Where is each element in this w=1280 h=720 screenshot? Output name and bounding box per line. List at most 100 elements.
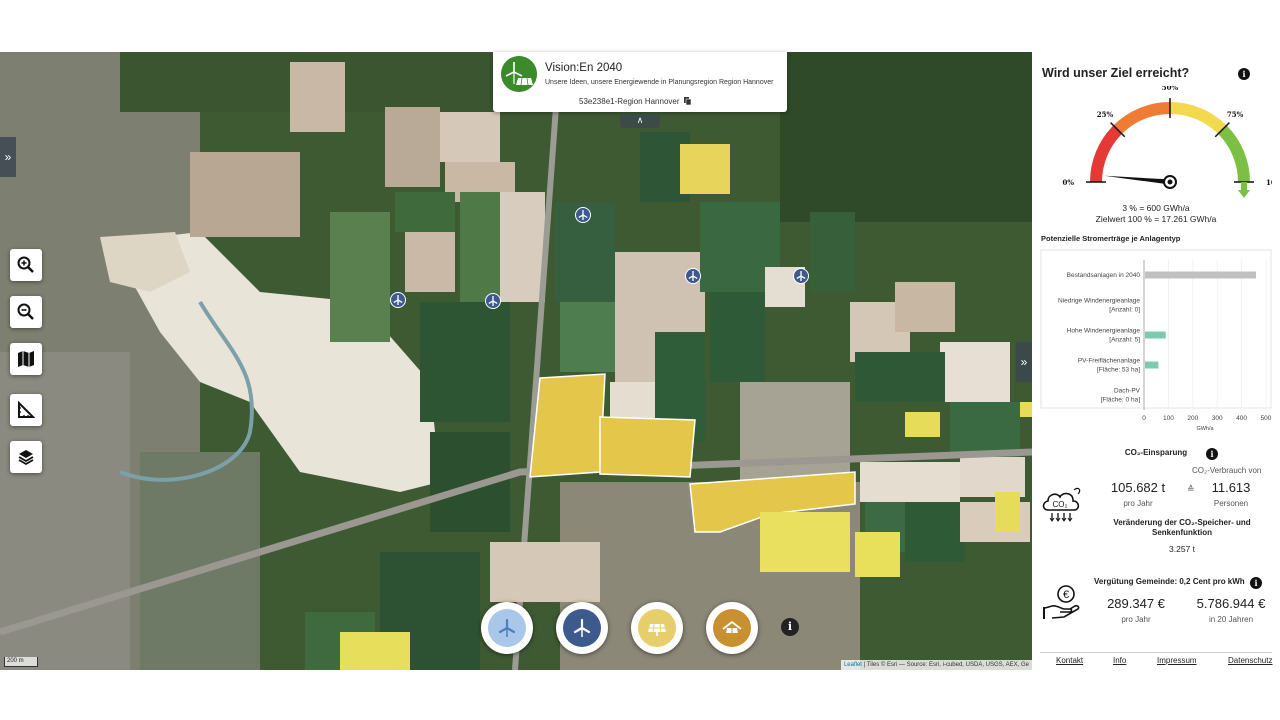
pv-roof-tool[interactable]: [706, 602, 758, 654]
compensation-20y-unit: in 20 Jahren: [1208, 615, 1254, 624]
co2-savings-unit: pro Jahr: [1123, 499, 1153, 508]
euro-hand-icon: €: [1043, 585, 1080, 619]
persons-value: 11.613: [1211, 480, 1251, 495]
svg-text:€: €: [1063, 589, 1069, 601]
gauge-needle: [1104, 175, 1171, 185]
scale-bar: 200 m: [4, 657, 38, 667]
wind-turbine-icon: [573, 618, 591, 637]
solar-panel-icon: [648, 623, 666, 636]
compensation-info-icon[interactable]: i: [1250, 577, 1262, 589]
gauge-tick-label: 100%: [1266, 178, 1272, 187]
x-tick-label: 200: [1187, 415, 1198, 422]
wind-turbine-icon: [796, 271, 806, 281]
wind-turbine-icon: [498, 618, 516, 637]
footer-link-info[interactable]: Info: [1113, 656, 1126, 665]
gauge-hub-center: [1167, 179, 1173, 185]
zoom-out-icon: [17, 303, 34, 320]
category-label: [Fläche: 53 ha]: [1097, 367, 1140, 374]
potential-bar-chart: 0 100 200 300 400 500 Bestandsanlagen in 2040 N…: [1040, 249, 1272, 432]
sidebar: Wird unser Ziel erreicht? i 0% 25% 50% 75% 1…: [1032, 52, 1280, 670]
attribution-text: | Tiles © Esri — Source: Esri, i-cubed, …: [861, 662, 1029, 668]
category-label: [Fläche: 0 ha]: [1101, 397, 1141, 404]
gauge-segment: [1113, 102, 1171, 135]
wind-turbine-icon: [688, 271, 698, 281]
map-attribution: Leaflet | Tiles © Esri — Source: Esri, i…: [840, 660, 1032, 670]
app-title: Vision:En 2040: [545, 62, 623, 74]
footer-link-datenschutz[interactable]: Datenschutz: [1228, 656, 1272, 665]
solar-roof-icon: [722, 620, 742, 633]
zoom-in-button[interactable]: [10, 249, 42, 281]
category-label: PV-Freiflächenanlage: [1078, 358, 1141, 365]
wind-turbine-marker[interactable]: [485, 293, 501, 309]
category-label: Bestandsanlagen in 2040: [1067, 272, 1141, 279]
wind-turbine-icon: [488, 296, 498, 306]
pv-open-space-tool[interactable]: [631, 602, 683, 654]
co2-storage-title: Veränderung der CO₂-Speicher- und Senken…: [1113, 518, 1251, 537]
logo-wind-solar-icon: [501, 56, 537, 92]
ruler-icon: [18, 400, 36, 418]
low-wind-turbine-tool[interactable]: [481, 602, 533, 654]
gauge-tick-label: 50%: [1162, 86, 1179, 92]
copy-icon[interactable]: [683, 97, 691, 105]
leaflet-link[interactable]: Leaflet: [844, 662, 862, 668]
footer-divider: [1040, 652, 1272, 653]
tools-info-button[interactable]: i: [781, 618, 799, 636]
gauge-segment: [1169, 102, 1227, 135]
gauge-tick-label: 0%: [1062, 178, 1074, 187]
compensation-year-unit: pro Jahr: [1121, 615, 1151, 624]
wind-turbine-marker[interactable]: [575, 207, 591, 223]
bar: [1145, 361, 1159, 369]
category-label: Dach-PV: [1114, 388, 1141, 395]
region-id-text: 53e238e1-Region Hannover: [579, 97, 680, 106]
co2-savings-value: 105.682 t: [1110, 480, 1166, 495]
title-card: Vision:En 2040 Unsere Ideen, unsere Ener…: [493, 52, 787, 112]
gauge-segment: [1090, 125, 1123, 183]
zoom-in-icon: [17, 256, 34, 273]
co2-icon-label: CO₂: [1052, 500, 1067, 509]
map-icon: [18, 351, 34, 367]
satellite-map[interactable]: [0, 52, 1032, 670]
layers-icon: [18, 450, 34, 466]
gauge-target-text: Zielwert 100 % = 17.261 GWh/a: [1095, 214, 1217, 224]
wind-turbine-icon: [578, 210, 588, 220]
bar: [1145, 331, 1166, 339]
gauge-end-arrow: [1238, 190, 1250, 198]
measure-button[interactable]: [10, 394, 42, 426]
zoom-out-button[interactable]: [10, 296, 42, 328]
category-label: [Anzahl: 5]: [1109, 337, 1140, 344]
co2-cloud-icon: CO₂: [1042, 487, 1081, 522]
expand-left-panel-button[interactable]: »: [0, 137, 16, 177]
high-wind-turbine-tool[interactable]: [556, 602, 608, 654]
gauge-tick-label: 75%: [1227, 110, 1244, 119]
x-tick-label: 0: [1142, 415, 1146, 422]
goal-gauge: 0% 25% 50% 75% 100%: [1062, 86, 1272, 198]
co2-title: CO₂-Einsparung: [1032, 448, 1280, 457]
basemap-button[interactable]: [10, 343, 42, 375]
wind-turbine-marker[interactable]: [685, 268, 701, 284]
collapse-title-button[interactable]: ∧: [620, 114, 660, 128]
footer-link-impressum[interactable]: Impressum: [1157, 656, 1197, 665]
goal-info-icon[interactable]: i: [1238, 68, 1250, 80]
layers-button[interactable]: [10, 441, 42, 473]
app-logo: [501, 56, 537, 92]
x-tick-label: 500: [1261, 415, 1272, 422]
category-label: Hohe Windenergieanlage: [1067, 328, 1141, 335]
persons-unit: Personen: [1213, 499, 1249, 508]
co2-info-icon[interactable]: i: [1206, 448, 1218, 460]
x-tick-label: 100: [1163, 415, 1174, 422]
co2-consumption-label: CO₂-Verbrauch von: [1192, 466, 1262, 475]
co2-storage-value: 3.257 t: [1169, 544, 1195, 554]
compensation-title: Vergütung Gemeinde: 0,2 Cent pro kWh: [1094, 577, 1245, 586]
region-id: 53e238e1-Region Hannover: [579, 97, 691, 106]
compensation-20y-value: 5.786.944 €: [1196, 596, 1266, 611]
gauge-tick-label: 25%: [1097, 110, 1114, 119]
compensation-year-value: 289.347 €: [1107, 596, 1165, 611]
wind-turbine-marker[interactable]: [793, 268, 809, 284]
co2-title-text: CO₂-Einsparung: [1124, 448, 1188, 457]
collapse-right-panel-button[interactable]: »: [1016, 342, 1032, 382]
gauge-value-text: 3 % = 600 GWh/a: [1122, 203, 1190, 213]
app-subtitle: Unsere Ideen, unsere Energiewende in Pla…: [545, 79, 774, 86]
wind-turbine-marker[interactable]: [390, 292, 406, 308]
map-view[interactable]: » » i 200 m Leaflet | Tiles © Esri — Sou…: [0, 52, 1032, 670]
footer-link-kontakt[interactable]: Kontakt: [1056, 656, 1083, 665]
